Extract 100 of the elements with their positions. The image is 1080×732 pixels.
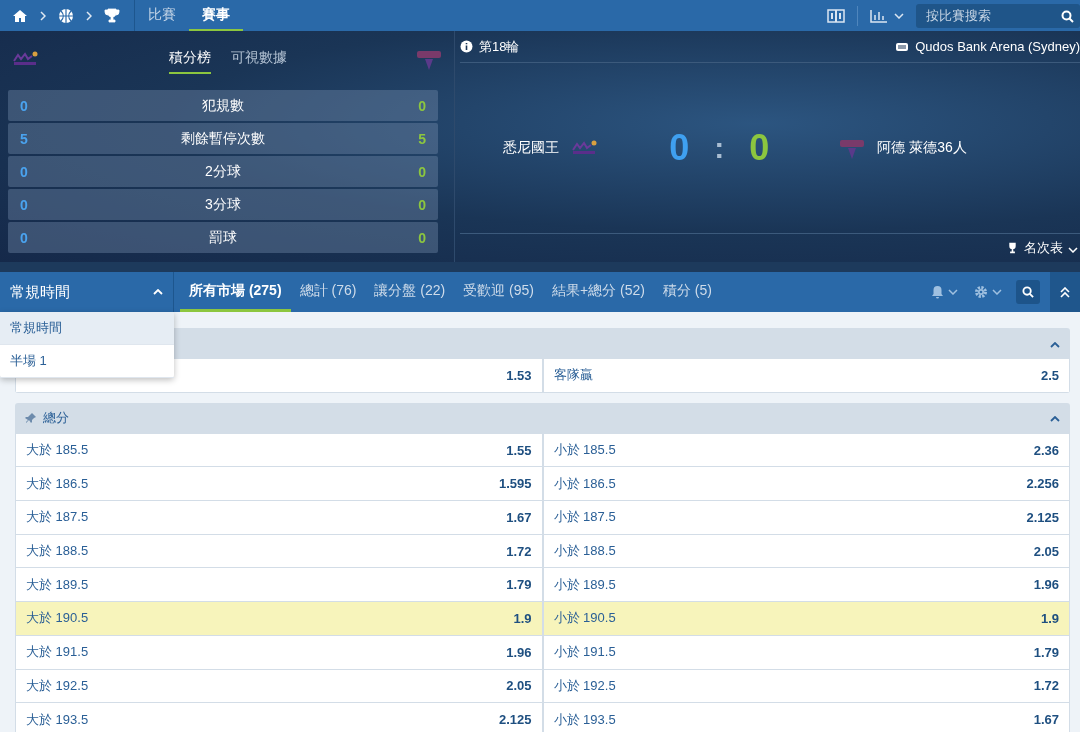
selection-label: 小於 186.5 bbox=[553, 474, 616, 493]
search-icon bbox=[1022, 286, 1034, 298]
odds-cell[interactable]: 大於 192.5 2.05 bbox=[16, 669, 542, 703]
market-tab[interactable]: 所有市場 (275) bbox=[180, 272, 291, 312]
chevron-up-icon bbox=[1050, 416, 1060, 423]
score-separator: : bbox=[713, 131, 726, 165]
odds-value: 1.72 bbox=[506, 543, 532, 559]
nav-tab[interactable]: 比賽 bbox=[135, 0, 189, 31]
market-tab[interactable]: 積分 (5) bbox=[653, 272, 721, 312]
odds-cell[interactable]: 小於 187.5 2.125 bbox=[543, 501, 1069, 534]
round-label: 第18輪 bbox=[479, 37, 520, 56]
bell-icon[interactable] bbox=[931, 285, 944, 299]
odds-value: 1.72 bbox=[1033, 678, 1059, 694]
trophy-icon[interactable] bbox=[1006, 242, 1019, 254]
odds-cell[interactable]: 大於 186.5 1.595 bbox=[16, 467, 542, 501]
trophy-icon[interactable] bbox=[104, 8, 120, 23]
odds-value: 2.125 bbox=[1026, 509, 1059, 525]
selection-label: 客隊贏 bbox=[553, 366, 593, 385]
selection-label: 小於 192.5 bbox=[553, 676, 616, 695]
scoreboard-icon[interactable] bbox=[827, 8, 845, 23]
search-field[interactable]: 按比賽搜索 bbox=[916, 3, 1080, 28]
away-team-name: 阿德 萊德36人 bbox=[877, 139, 967, 157]
selection-label: 小於 189.5 bbox=[553, 575, 616, 594]
standings-link[interactable]: 名次表 bbox=[1024, 239, 1063, 257]
selection-label: 大於 185.5 bbox=[26, 441, 89, 460]
odds-value: 2.125 bbox=[498, 712, 532, 728]
search-button[interactable] bbox=[1016, 280, 1040, 304]
settings-icon[interactable] bbox=[974, 285, 988, 299]
team-logo-icon bbox=[12, 50, 40, 67]
odds-cell[interactable]: 大於 185.5 1.55 bbox=[16, 433, 542, 467]
odds-value: 1.9 bbox=[1040, 610, 1059, 626]
selection-label: 小於 185.5 bbox=[553, 441, 616, 460]
odds-value: 1.79 bbox=[1033, 644, 1059, 660]
odds-value: 2.256 bbox=[1026, 476, 1059, 492]
home-stat-value: 0 bbox=[20, 196, 29, 213]
odds-cell[interactable]: 大於 187.5 1.67 bbox=[16, 501, 542, 534]
odds-cell[interactable]: 小於 186.5 2.256 bbox=[543, 467, 1069, 501]
chevron-down-icon bbox=[948, 289, 958, 295]
selection-label: 大於 192.5 bbox=[26, 676, 89, 695]
home-stat-value: 0 bbox=[20, 229, 29, 246]
basketball-icon[interactable] bbox=[58, 7, 74, 24]
away-stat-value: 0 bbox=[417, 97, 426, 114]
odds-cell[interactable]: 小於 185.5 2.36 bbox=[543, 433, 1069, 467]
odds-value: 2.05 bbox=[506, 678, 532, 694]
odds-cell[interactable]: 大於 190.5 1.9 bbox=[16, 602, 542, 635]
bar-chart-icon[interactable] bbox=[870, 8, 888, 23]
selection-label: 小於 193.5 bbox=[553, 710, 616, 729]
odds-value: 1.595 bbox=[498, 476, 532, 492]
selection-label: 大於 191.5 bbox=[26, 643, 89, 662]
selection-label: 大於 188.5 bbox=[26, 542, 89, 561]
home-stat-value: 0 bbox=[20, 163, 29, 180]
period-option[interactable]: 常規時間 bbox=[0, 312, 174, 345]
home-stat-value: 0 bbox=[20, 97, 29, 114]
chevron-right-icon bbox=[40, 10, 46, 21]
odds-cell[interactable]: 大於 191.5 1.96 bbox=[16, 635, 542, 669]
market-tab[interactable]: 讓分盤 (22) bbox=[365, 272, 455, 312]
odds-cell[interactable]: 小於 191.5 1.79 bbox=[543, 635, 1069, 669]
home-stat-value: 5 bbox=[20, 130, 29, 147]
away-stat-value: 0 bbox=[417, 163, 426, 180]
home-score: 0 bbox=[668, 127, 691, 169]
odds-cell[interactable]: 小於 188.5 2.05 bbox=[543, 534, 1069, 568]
info-icon bbox=[460, 40, 473, 53]
stats-tab[interactable]: 可視數據 bbox=[231, 43, 287, 74]
stat-label: 2分球 bbox=[204, 162, 242, 181]
venue-label: Qudos Bank Arena (Sydney) bbox=[915, 39, 1080, 54]
odds-value: 1.67 bbox=[506, 509, 532, 525]
chevron-down-icon bbox=[894, 12, 904, 19]
home-team-name: 悉尼國王 bbox=[503, 139, 560, 157]
odds-cell[interactable]: 大於 188.5 1.72 bbox=[16, 534, 542, 568]
odds-value: 1.67 bbox=[1033, 712, 1059, 728]
search-icon[interactable] bbox=[1061, 9, 1074, 23]
odds-cell[interactable]: 大於 189.5 1.79 bbox=[16, 568, 542, 602]
odds-cell[interactable]: 客隊贏 2.5 bbox=[543, 359, 1069, 392]
stat-label: 3分球 bbox=[204, 195, 242, 214]
selection-label: 大於 189.5 bbox=[26, 575, 89, 594]
chevron-right-icon bbox=[86, 10, 92, 21]
market-tab[interactable]: 總計 (76) bbox=[290, 272, 366, 312]
odds-value: 1.79 bbox=[506, 577, 532, 593]
market-tab[interactable]: 結果+總分 (52) bbox=[542, 272, 654, 312]
pin-icon[interactable] bbox=[25, 411, 37, 424]
home-icon[interactable] bbox=[12, 8, 28, 23]
odds-cell[interactable]: 小於 192.5 1.72 bbox=[543, 669, 1069, 703]
stat-label: 罰球 bbox=[208, 228, 238, 247]
odds-cell[interactable]: 小於 189.5 1.96 bbox=[543, 568, 1069, 602]
odds-value: 1.96 bbox=[506, 644, 532, 660]
stats-tab[interactable]: 積分榜 bbox=[169, 43, 211, 74]
selection-label: 小於 187.5 bbox=[553, 508, 616, 527]
stat-label: 犯規數 bbox=[201, 96, 245, 115]
odds-value: 1.96 bbox=[1033, 577, 1059, 593]
odds-value: 1.53 bbox=[506, 367, 532, 383]
odds-cell[interactable]: 小於 190.5 1.9 bbox=[543, 602, 1069, 635]
collapse-button[interactable] bbox=[1050, 272, 1080, 312]
selection-label: 大於 190.5 bbox=[26, 609, 89, 628]
selection-label: 小於 188.5 bbox=[553, 542, 616, 561]
odds-value: 1.55 bbox=[506, 442, 532, 458]
odds-cell[interactable]: 小於 193.5 1.67 bbox=[543, 703, 1069, 732]
selection-label: 大於 193.5 bbox=[26, 710, 89, 729]
stat-label: 剩餘暫停次數 bbox=[180, 129, 266, 148]
odds-cell[interactable]: 大於 193.5 2.125 bbox=[16, 703, 542, 732]
market-tab[interactable]: 受歡迎 (95) bbox=[454, 272, 543, 312]
